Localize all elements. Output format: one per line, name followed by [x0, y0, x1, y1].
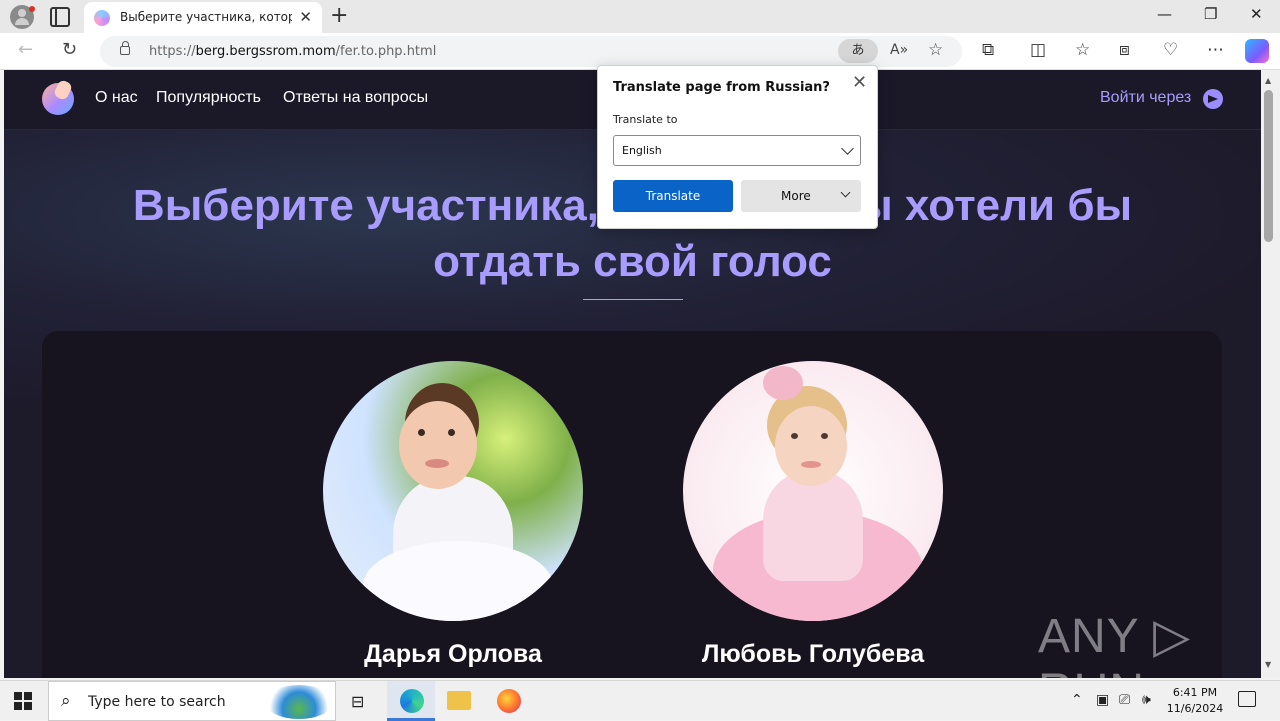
search-icon: ⌕ [61, 691, 71, 711]
chevron-down-icon [840, 187, 851, 198]
read-aloud-icon[interactable]: A» [890, 42, 908, 58]
tray-device-icon[interactable]: ▣ [1096, 692, 1109, 708]
contestant-photo[interactable] [683, 361, 943, 621]
anyrun-watermark: ANY ▷ RUN [1038, 610, 1192, 678]
url-text: https://berg.bergssrom.mom/fer.to.php.ht… [149, 44, 437, 59]
address-bar[interactable]: https://berg.bergssrom.mom/fer.to.php.ht… [100, 36, 962, 67]
lock-icon[interactable] [120, 41, 130, 55]
taskbar-firefox[interactable] [485, 681, 533, 721]
task-view-button[interactable]: ⊟ [336, 681, 384, 721]
split-screen-icon[interactable]: ◫ [1030, 40, 1046, 60]
collections-icon[interactable]: ⧈ [1119, 40, 1130, 60]
contestant-photo[interactable] [323, 361, 583, 621]
refresh-icon[interactable]: ↻ [62, 39, 77, 60]
clock-time: 6:41 PM [1172, 686, 1218, 699]
search-placeholder: Type here to search [88, 694, 226, 710]
edge-icon [400, 689, 424, 713]
page-scrollbar[interactable]: ▲ ▼ [1261, 70, 1280, 678]
windows-start-icon[interactable] [14, 692, 32, 710]
minimize-icon[interactable]: — [1157, 5, 1172, 23]
language-select[interactable]: English [613, 135, 861, 166]
browser-essentials-icon[interactable]: ♡ [1163, 40, 1178, 60]
scroll-up-icon[interactable]: ▲ [1265, 76, 1271, 85]
tab-favicon-icon [94, 10, 110, 26]
popup-title: Translate page from Russian? [613, 80, 830, 95]
tab-actions-icon[interactable] [50, 7, 70, 27]
notifications-icon[interactable] [1238, 691, 1256, 707]
network-icon[interactable]: ⎚ [1119, 692, 1130, 708]
notification-dot-icon [29, 6, 35, 12]
contestant-name[interactable]: Дарья Орлова [303, 640, 603, 669]
browser-tab[interactable]: Выберите участника, которому ✕ [84, 2, 322, 33]
translate-popup: Translate page from Russian? ✕ Translate… [597, 65, 878, 229]
tab-bar: Выберите участника, которому ✕ + — ❐ ✕ [0, 0, 1280, 33]
language-value: English [622, 144, 662, 157]
translate-button[interactable]: Translate [613, 180, 733, 212]
new-tab-icon[interactable]: + [330, 3, 348, 28]
copilot-icon[interactable] [1245, 39, 1269, 63]
taskbar-explorer[interactable] [435, 681, 483, 721]
nav-popularity[interactable]: Популярность [156, 89, 261, 107]
popup-close-icon[interactable]: ✕ [852, 72, 867, 93]
back-icon[interactable]: ← [18, 39, 33, 60]
nav-about[interactable]: О нас [95, 89, 138, 107]
contestant-name[interactable]: Любовь Голубева [663, 640, 963, 669]
settings-more-icon[interactable]: ⋯ [1207, 40, 1224, 60]
scrollbar-thumb[interactable] [1264, 90, 1273, 242]
nav-faq[interactable]: Ответы на вопросы [283, 89, 428, 107]
restore-icon[interactable]: ❐ [1204, 5, 1217, 23]
login-link[interactable]: Войти через [1100, 89, 1191, 107]
clock-date: 11/6/2024 [1166, 702, 1224, 715]
taskbar-search[interactable]: ⌕ Type here to search [48, 681, 336, 721]
title-underline [583, 299, 683, 300]
telegram-icon[interactable] [1203, 89, 1223, 109]
translate-icon[interactable]: あ [838, 39, 878, 63]
folder-icon [447, 691, 471, 710]
translate-to-label: Translate to [613, 113, 678, 126]
tray-chevron-icon[interactable]: ⌃ [1071, 692, 1083, 708]
site-logo[interactable] [42, 83, 74, 115]
firefox-icon [497, 689, 521, 713]
extensions-icon[interactable]: ⧉ [982, 40, 994, 60]
favorites-icon[interactable]: ☆ [1075, 40, 1090, 60]
taskbar-edge[interactable] [387, 681, 435, 721]
chevron-down-icon [841, 142, 854, 155]
task-view-icon: ⊟ [351, 692, 365, 711]
more-button-label: More [781, 189, 811, 203]
more-button[interactable]: More [741, 180, 861, 212]
tab-close-icon[interactable]: ✕ [299, 8, 312, 26]
taskbar: ⌕ Type here to search ⊟ ⌃ ▣ ⎚ 🕪 6:41 PM … [0, 680, 1280, 721]
volume-icon[interactable]: 🕪 [1142, 692, 1151, 708]
tab-title: Выберите участника, которому [120, 10, 292, 24]
system-clock[interactable]: 6:41 PM 11/6/2024 [1162, 685, 1228, 717]
search-highlight-icon [265, 685, 333, 719]
favorite-star-icon[interactable]: ☆ [928, 40, 943, 60]
window-close-icon[interactable]: ✕ [1250, 5, 1263, 23]
scroll-down-icon[interactable]: ▼ [1265, 660, 1271, 669]
